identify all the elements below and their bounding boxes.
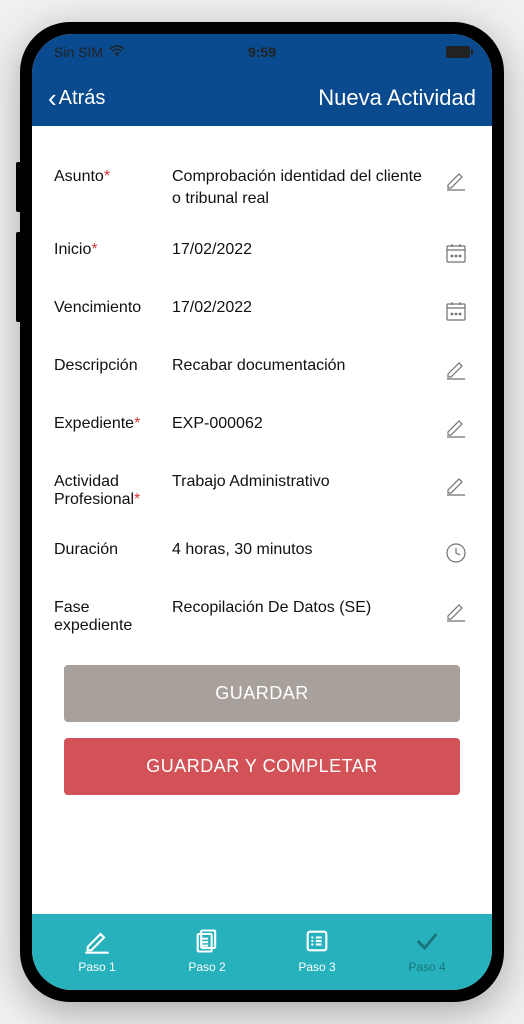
pencil-icon <box>82 926 112 956</box>
field-expediente: Expediente* EXP-000062 <box>54 413 470 441</box>
tab-bar: Paso 1 Paso 2 Paso 3 Paso 4 <box>32 914 492 990</box>
back-label: Atrás <box>59 87 106 110</box>
fase-value: Recopilación De Datos (SE) <box>172 597 432 619</box>
field-actividad: Actividad Profesional* Trabajo Administr… <box>54 471 470 509</box>
tab-label: Paso 3 <box>298 960 335 974</box>
wifi-icon <box>109 44 125 60</box>
tab-step1[interactable]: Paso 1 <box>42 926 152 974</box>
pencil-icon <box>444 473 468 497</box>
chevron-left-icon: ‹ <box>48 85 57 111</box>
tab-label: Paso 4 <box>408 960 445 974</box>
descripcion-value: Recabar documentación <box>172 355 432 377</box>
copy-icon <box>192 926 222 956</box>
edit-fase-button[interactable] <box>442 597 470 625</box>
field-descripcion: Descripción Recabar documentación <box>54 355 470 383</box>
status-left: Sin SIM <box>54 44 125 60</box>
tab-step3[interactable]: Paso 3 <box>262 926 372 974</box>
fase-label: Fase expediente <box>54 597 162 635</box>
form-content: Asunto* Comprobación identidad del clien… <box>32 126 492 914</box>
pencil-icon <box>444 415 468 439</box>
save-complete-button[interactable]: GUARDAR Y COMPLETAR <box>64 738 460 795</box>
expediente-label: Expediente* <box>54 413 162 433</box>
calendar-icon <box>444 299 468 323</box>
pick-duracion-button[interactable] <box>442 539 470 567</box>
asunto-label: Asunto* <box>54 166 162 186</box>
carrier-label: Sin SIM <box>54 44 103 60</box>
phone-frame: Sin SIM 9:59 ‹ Atrás Nueva Actividad Asu… <box>20 22 504 1002</box>
inicio-value: 17/02/2022 <box>172 239 432 261</box>
pick-vencimiento-button[interactable] <box>442 297 470 325</box>
inicio-label: Inicio* <box>54 239 162 259</box>
back-button[interactable]: ‹ Atrás <box>48 85 105 111</box>
status-bar: Sin SIM 9:59 <box>32 34 492 70</box>
pencil-icon <box>444 599 468 623</box>
pick-inicio-button[interactable] <box>442 239 470 267</box>
calendar-icon <box>444 241 468 265</box>
field-inicio: Inicio* 17/02/2022 <box>54 239 470 267</box>
app-screen: Sin SIM 9:59 ‹ Atrás Nueva Actividad Asu… <box>32 34 492 990</box>
list-icon <box>302 926 332 956</box>
nav-bar: ‹ Atrás Nueva Actividad <box>32 70 492 126</box>
tab-step2[interactable]: Paso 2 <box>152 926 262 974</box>
tab-step4[interactable]: Paso 4 <box>372 926 482 974</box>
duracion-value: 4 horas, 30 minutos <box>172 539 432 561</box>
duracion-label: Duración <box>54 539 162 559</box>
vencimiento-label: Vencimiento <box>54 297 162 317</box>
tab-label: Paso 1 <box>78 960 115 974</box>
actividad-label: Actividad Profesional* <box>54 471 162 509</box>
status-right <box>446 46 470 58</box>
actividad-value: Trabajo Administrativo <box>172 471 432 493</box>
edit-asunto-button[interactable] <box>442 166 470 194</box>
check-icon <box>412 926 442 956</box>
page-title: Nueva Actividad <box>318 85 476 111</box>
expediente-value: EXP-000062 <box>172 413 432 435</box>
asunto-value: Comprobación identidad del cliente o tri… <box>172 166 432 209</box>
field-vencimiento: Vencimiento 17/02/2022 <box>54 297 470 325</box>
clock-icon <box>444 541 468 565</box>
battery-icon <box>446 46 470 58</box>
pencil-icon <box>444 168 468 192</box>
edit-expediente-button[interactable] <box>442 413 470 441</box>
save-button[interactable]: GUARDAR <box>64 665 460 722</box>
pencil-icon <box>444 357 468 381</box>
descripcion-label: Descripción <box>54 355 162 375</box>
field-fase: Fase expediente Recopilación De Datos (S… <box>54 597 470 635</box>
field-asunto: Asunto* Comprobación identidad del clien… <box>54 166 470 209</box>
vencimiento-value: 17/02/2022 <box>172 297 432 319</box>
edit-descripcion-button[interactable] <box>442 355 470 383</box>
field-duracion: Duración 4 horas, 30 minutos <box>54 539 470 567</box>
edit-actividad-button[interactable] <box>442 471 470 499</box>
tab-label: Paso 2 <box>188 960 225 974</box>
